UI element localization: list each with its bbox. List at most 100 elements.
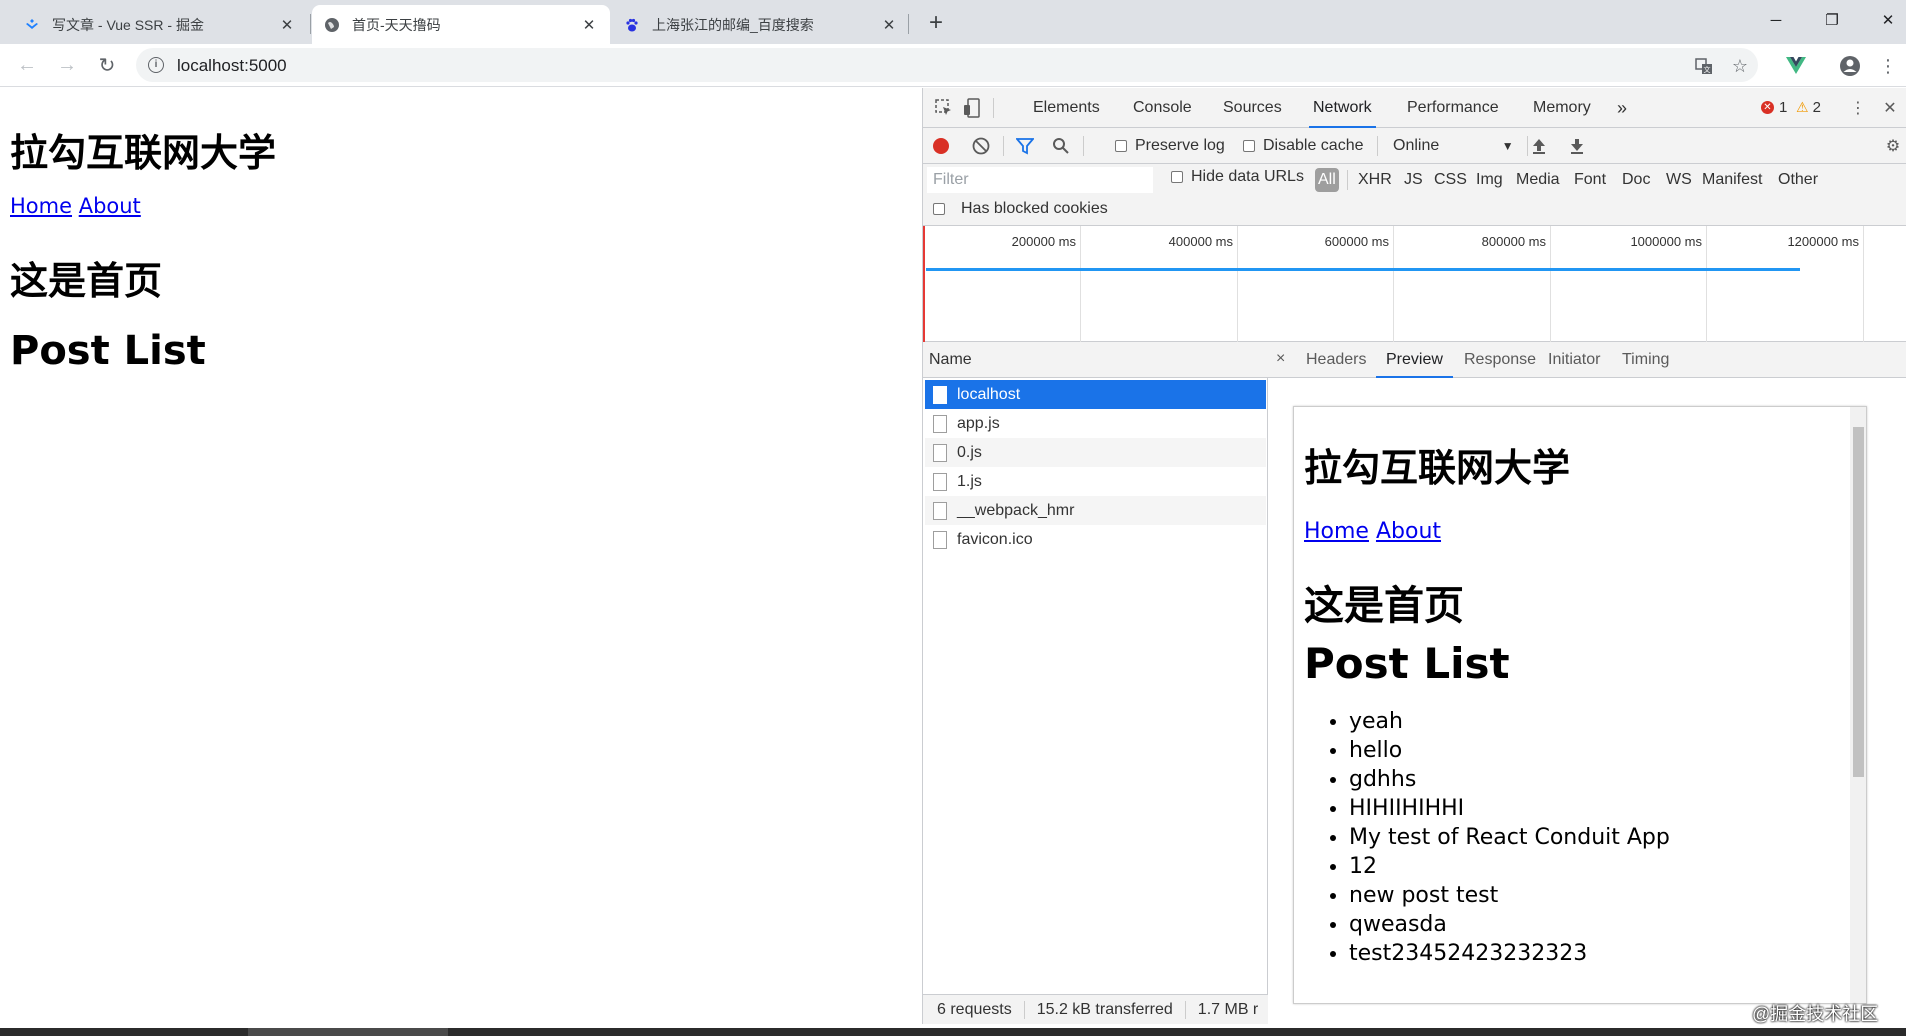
file-icon	[933, 414, 947, 433]
inspect-element-icon[interactable]	[931, 96, 957, 120]
preview-home-heading: 这是首页	[1304, 583, 1464, 629]
filter-type-js[interactable]: JS	[1401, 168, 1426, 192]
filter-type-css[interactable]: CSS	[1431, 168, 1470, 192]
watermark: @掘金技术社区	[1752, 1004, 1879, 1024]
tab-title: 上海张江的邮编_百度搜索	[652, 16, 814, 33]
browser-tab[interactable]: 上海张江的邮编_百度搜索 ✕	[612, 5, 910, 44]
filter-type-ws[interactable]: WS	[1663, 168, 1695, 192]
grid-line	[1237, 226, 1238, 342]
close-icon[interactable]: ✕	[278, 16, 296, 34]
throttling-select[interactable]: Online ▼	[1393, 137, 1514, 155]
search-icon[interactable]	[1049, 134, 1073, 158]
filter-type-other[interactable]: Other	[1775, 168, 1821, 192]
tab-memory[interactable]: Memory	[1529, 88, 1595, 128]
request-row[interactable]: app.js	[925, 409, 1266, 438]
browser-tab[interactable]: 写文章 - Vue SSR - 掘金 ✕	[12, 5, 308, 44]
post-item: My test of React Conduit App	[1349, 823, 1670, 852]
filter-type-font[interactable]: Font	[1571, 168, 1609, 192]
import-har-icon[interactable]	[1527, 134, 1551, 158]
forward-button[interactable]: →	[52, 50, 82, 80]
tab-headers[interactable]: Headers	[1296, 342, 1376, 378]
record-icon[interactable]	[929, 134, 953, 158]
about-link[interactable]: About	[79, 194, 141, 218]
disable-cache-checkbox[interactable]: Disable cache	[1243, 137, 1364, 155]
checkbox[interactable]	[1243, 140, 1255, 152]
blocked-cookies-label: Has blocked cookies	[961, 200, 1108, 217]
network-summary-bar: 6 requests 15.2 kB transferred 1.7 MB r	[923, 994, 1268, 1024]
request-row[interactable]: 1.js	[925, 467, 1266, 496]
tab-console[interactable]: Console	[1129, 88, 1196, 128]
close-icon[interactable]: ✕	[880, 16, 898, 34]
taskbar-active-item[interactable]	[248, 1028, 448, 1036]
close-icon[interactable]: ×	[1276, 350, 1285, 368]
device-toolbar-icon[interactable]	[959, 96, 985, 120]
vue-devtools-icon[interactable]	[1782, 52, 1810, 80]
name-column-header[interactable]: Name	[923, 342, 1268, 378]
close-icon[interactable]: ✕	[580, 16, 598, 34]
network-overview-timeline[interactable]: 200000 ms 400000 ms 600000 ms 800000 ms …	[923, 226, 1906, 342]
profile-avatar-icon[interactable]	[1836, 52, 1864, 80]
scrollbar-thumb[interactable]	[1853, 427, 1864, 777]
timeline-tick-label: 400000 ms	[1168, 234, 1233, 249]
request-row[interactable]: favicon.ico	[925, 525, 1266, 554]
filter-type-xhr[interactable]: XHR	[1355, 168, 1395, 192]
menu-kebab-icon[interactable]: ⋮	[1874, 52, 1902, 80]
request-row[interactable]: 0.js	[925, 438, 1266, 467]
clear-icon[interactable]	[969, 134, 993, 158]
tab-elements[interactable]: Elements	[1029, 88, 1104, 128]
preview-about-link[interactable]: About	[1376, 519, 1441, 544]
tab-preview[interactable]: Preview	[1376, 342, 1453, 378]
checkbox[interactable]	[1115, 140, 1127, 152]
request-row[interactable]: __webpack_hmr	[925, 496, 1266, 525]
preview-home-link[interactable]: Home	[1304, 519, 1369, 544]
tab-initiator[interactable]: Initiator	[1538, 342, 1610, 378]
filter-type-img[interactable]: Img	[1473, 168, 1506, 192]
checkbox[interactable]	[933, 203, 945, 215]
request-name: localhost	[957, 385, 1021, 403]
error-count: 1	[1779, 99, 1788, 116]
tab-title: 首页-天天撸码	[352, 16, 441, 33]
filter-type-manifest[interactable]: Manifest	[1699, 168, 1765, 192]
checkbox[interactable]	[1171, 171, 1183, 183]
filter-type-doc[interactable]: Doc	[1619, 168, 1653, 192]
filter-type-media[interactable]: Media	[1513, 168, 1563, 192]
html-preview-frame[interactable]: 拉勾互联网大学 Home About 这是首页 Post List yeah h…	[1293, 406, 1867, 1004]
translate-icon[interactable]: 文	[1692, 54, 1716, 78]
warning-count-badge[interactable]: ⚠ 2	[1796, 99, 1821, 116]
tab-timing[interactable]: Timing	[1612, 342, 1679, 378]
bookmark-star-icon[interactable]: ☆	[1728, 54, 1752, 78]
maximize-button[interactable]: ❐	[1804, 0, 1860, 40]
preview-title: 拉勾互联网大学	[1304, 446, 1571, 490]
filter-input[interactable]: Filter	[927, 167, 1153, 193]
request-detail-pane: × Headers Preview Response Initiator Tim…	[1268, 342, 1906, 1024]
timeline-marker	[923, 226, 925, 342]
minimize-button[interactable]: ─	[1748, 0, 1804, 40]
tab-sources[interactable]: Sources	[1219, 88, 1286, 128]
error-count-badge[interactable]: ✕ 1	[1761, 99, 1787, 116]
tab-performance[interactable]: Performance	[1403, 88, 1503, 128]
more-tabs-button[interactable]: »	[1613, 88, 1631, 128]
preserve-log-checkbox[interactable]: Preserve log	[1115, 137, 1225, 155]
preview-scrollbar[interactable]	[1850, 407, 1866, 1003]
info-icon[interactable]: i	[148, 57, 164, 73]
address-bar[interactable]: i localhost:5000 文 ☆	[136, 48, 1758, 82]
back-button[interactable]: ←	[12, 50, 42, 80]
hide-data-urls-checkbox[interactable]: Hide data URLs	[1171, 168, 1304, 186]
devtools-close-icon[interactable]: ✕	[1877, 96, 1903, 120]
request-row[interactable]: localhost	[925, 380, 1266, 409]
export-har-icon[interactable]	[1565, 134, 1589, 158]
toolbar-divider	[1003, 136, 1004, 156]
tab-response[interactable]: Response	[1454, 342, 1546, 378]
browser-tab-active[interactable]: 首页-天天撸码 ✕	[312, 5, 610, 44]
settings-gear-icon[interactable]: ⚙	[1881, 134, 1905, 158]
new-tab-button[interactable]: +	[922, 9, 950, 37]
tab-network[interactable]: Network	[1309, 88, 1376, 128]
window-close-button[interactable]: ✕	[1860, 0, 1906, 40]
filter-type-all[interactable]: All	[1315, 168, 1339, 192]
home-link[interactable]: Home	[10, 194, 72, 218]
reload-button[interactable]: ↻	[92, 50, 122, 80]
devtools-menu-icon[interactable]: ⋮	[1845, 96, 1871, 120]
filter-icon[interactable]	[1013, 134, 1037, 158]
post-item: yeah	[1349, 707, 1670, 736]
blocked-cookies-checkbox[interactable]: Has blocked cookies	[933, 200, 1108, 218]
